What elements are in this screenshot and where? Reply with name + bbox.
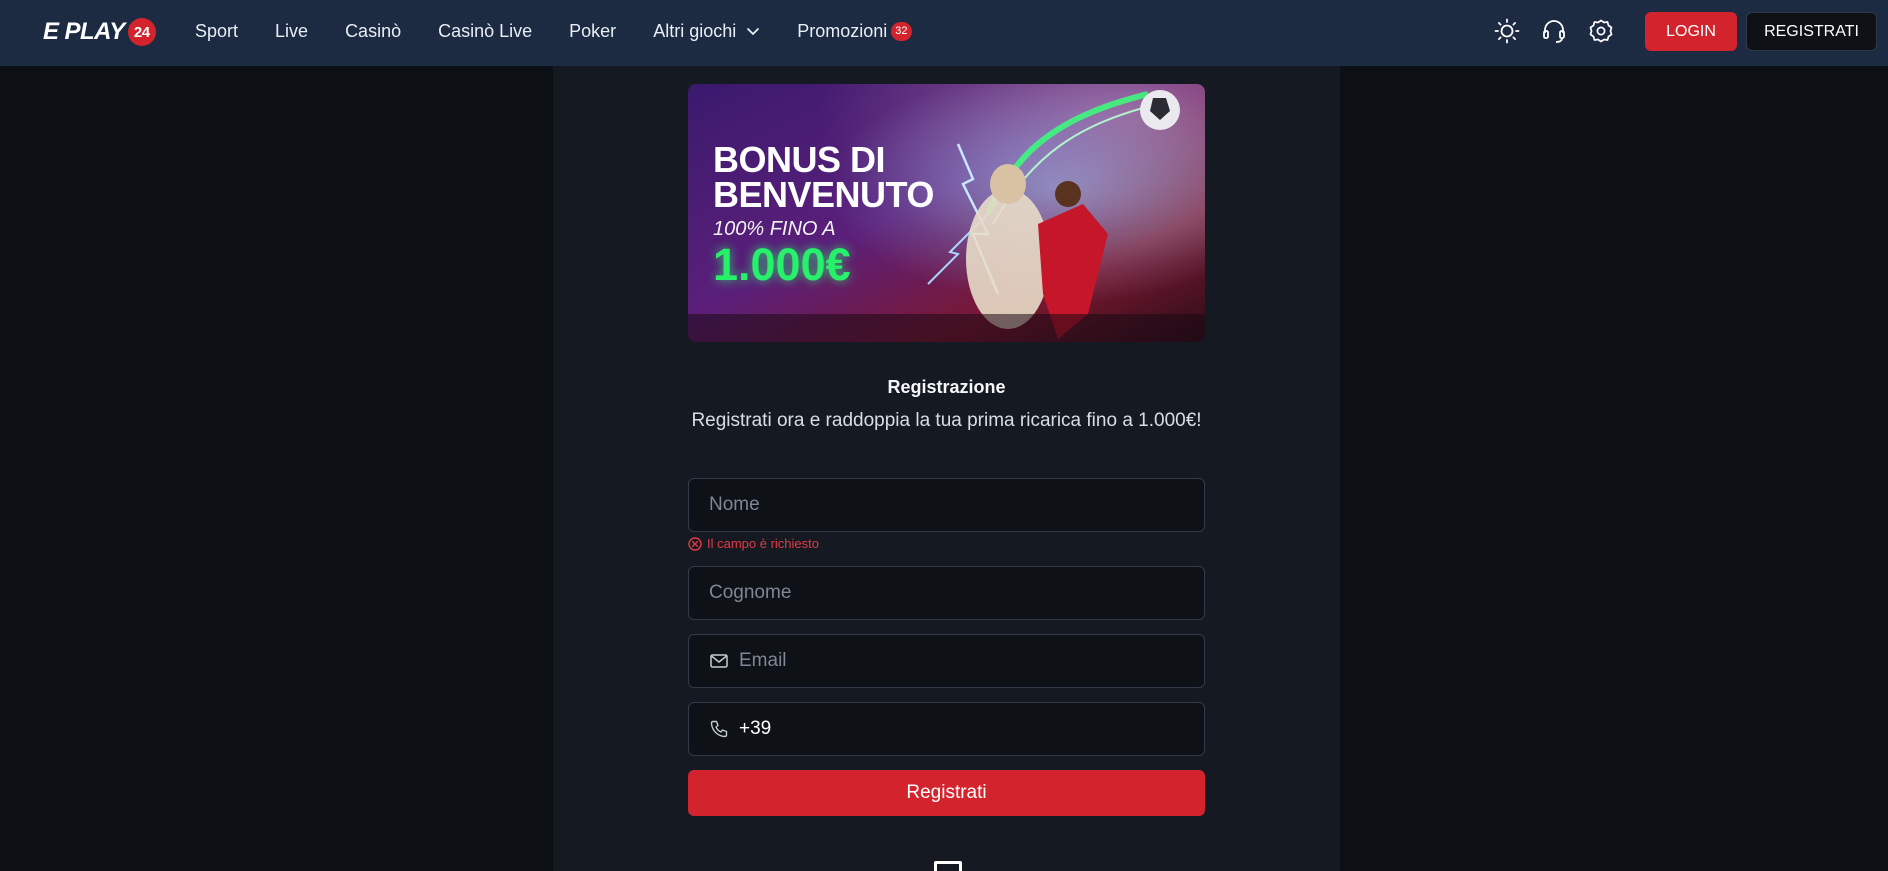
- nav-label: Altri giochi: [653, 20, 737, 41]
- header-icon-group: [1493, 17, 1634, 45]
- terms-checkbox[interactable]: [934, 861, 962, 871]
- nome-error-text: Il campo è richiesto: [707, 536, 819, 551]
- nome-input[interactable]: [709, 494, 1204, 516]
- submit-registration-button[interactable]: Registrati: [688, 770, 1205, 816]
- banner-text-block: BONUS DI BENVENUTO 100% FINO A 1.000€: [713, 142, 953, 289]
- chevron-down-icon: [747, 28, 760, 35]
- registration-subtitle: Registrati ora e raddoppia la tua prima …: [691, 410, 1202, 431]
- registration-title: Registrazione: [887, 377, 1006, 397]
- nav-label: Casinò: [345, 20, 402, 41]
- cognome-field[interactable]: [688, 566, 1205, 620]
- banner-title: BONUS DI BENVENUTO: [713, 139, 934, 215]
- phone-field[interactable]: [688, 702, 1205, 756]
- mail-icon: [709, 651, 729, 671]
- sun-icon[interactable]: [1493, 17, 1521, 45]
- nav-label: Poker: [569, 20, 617, 41]
- welcome-bonus-banner[interactable]: BONUS DI BENVENUTO 100% FINO A 1.000€: [688, 84, 1205, 342]
- nome-field[interactable]: [688, 478, 1205, 532]
- nav-label: Casinò Live: [438, 20, 533, 41]
- nav-item-altri-giochi[interactable]: Altri giochi: [653, 21, 760, 42]
- banner-subtitle: 100% FINO A: [713, 218, 836, 240]
- eplay24-logo[interactable]: E PLAY 24: [43, 17, 156, 47]
- nav-item-live[interactable]: Live: [275, 21, 308, 42]
- phone-input[interactable]: [739, 718, 1204, 740]
- promotions-count-badge: 32: [891, 21, 912, 41]
- phone-icon: [709, 719, 729, 739]
- email-input[interactable]: [739, 650, 1204, 672]
- nav-label: Sport: [195, 20, 239, 41]
- nav-item-poker[interactable]: Poker: [569, 21, 616, 42]
- settings-gear-icon[interactable]: [1587, 17, 1615, 45]
- nome-error: Il campo è richiesto: [688, 536, 819, 551]
- login-button[interactable]: LOGIN: [1645, 12, 1737, 51]
- register-button[interactable]: REGISTRATI: [1746, 12, 1877, 51]
- nav-label: Live: [275, 20, 309, 41]
- email-field[interactable]: [688, 634, 1205, 688]
- nav-item-promozioni[interactable]: Promozioni 32: [797, 20, 912, 42]
- cognome-input[interactable]: [709, 582, 1204, 604]
- logo-letter: E: [43, 18, 59, 45]
- main-nav: Sport Live Casinò Casinò Live Poker Altr…: [195, 0, 949, 62]
- headset-icon[interactable]: [1540, 17, 1568, 45]
- top-navigation-bar: E PLAY 24 Sport Live Casinò Casinò Live …: [0, 0, 1888, 66]
- banner-amount: 1.000€: [713, 239, 851, 290]
- logo-text: PLAY: [64, 18, 126, 45]
- nav-item-sport[interactable]: Sport: [195, 21, 238, 42]
- logo-badge: 24: [127, 18, 156, 46]
- nav-label: Promozioni: [797, 20, 888, 41]
- error-circle-x-icon: [688, 536, 702, 551]
- nav-item-casino-live[interactable]: Casinò Live: [438, 21, 532, 42]
- nav-item-casino[interactable]: Casinò: [345, 21, 401, 42]
